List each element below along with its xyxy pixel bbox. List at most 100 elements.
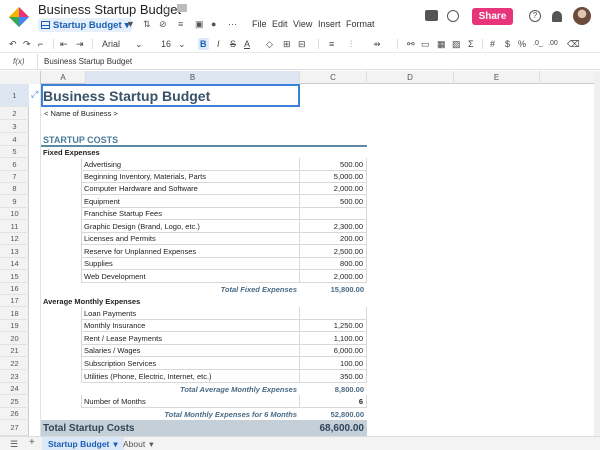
percent-button[interactable]: % xyxy=(518,38,526,50)
expense-value-cell[interactable]: 200.00 xyxy=(300,233,367,245)
business-name-cell[interactable]: < Name of Business > xyxy=(44,107,244,120)
increase-decimals-button[interactable]: .00 xyxy=(548,38,558,50)
help-icon[interactable]: ? xyxy=(529,10,541,22)
lock-icon[interactable]: ▣ xyxy=(195,19,204,30)
row-header[interactable]: 20 xyxy=(0,332,29,345)
menu-view[interactable]: View xyxy=(293,19,312,29)
filter-icon[interactable]: ▼ xyxy=(126,19,135,29)
row-header[interactable]: 11 xyxy=(0,220,29,233)
indent-increase-icon[interactable]: ⇥ xyxy=(76,38,84,50)
row-header[interactable]: 5 xyxy=(0,146,29,158)
row-header[interactable]: 15 xyxy=(0,270,29,283)
chevron-down-icon[interactable]: ⌄ xyxy=(135,38,143,50)
expense-value-cell[interactable]: 800.00 xyxy=(300,258,367,270)
clear-format-icon[interactable]: ⌫ xyxy=(567,38,580,50)
chevron-down-icon[interactable]: ⌄ xyxy=(178,38,186,50)
row-header[interactable]: 4 xyxy=(0,133,29,146)
vertical-scrollbar[interactable] xyxy=(594,71,600,436)
insert-image-icon[interactable]: ▨ xyxy=(452,38,461,50)
expense-label-cell[interactable]: Beginning Inventory, Materials, Parts xyxy=(81,171,300,183)
wrap-text-icon[interactable]: ⇸ xyxy=(373,38,381,50)
comment-icon[interactable] xyxy=(425,10,438,21)
expense-value-cell[interactable]: 1,250.00 xyxy=(300,320,367,332)
history-icon[interactable] xyxy=(447,10,459,22)
row-header[interactable]: 27 xyxy=(0,420,29,436)
bold-button[interactable]: B xyxy=(198,38,209,50)
months-value-cell[interactable]: 6 xyxy=(300,395,367,408)
insert-chart-icon[interactable]: ▦ xyxy=(437,38,446,50)
row-header[interactable]: 10 xyxy=(0,208,29,220)
bell-icon[interactable] xyxy=(552,11,562,22)
formula-input[interactable]: Business Startup Budget xyxy=(44,57,132,66)
row-header[interactable]: 24 xyxy=(0,383,29,395)
row-header[interactable]: 8 xyxy=(0,183,29,195)
expense-value-cell[interactable]: 100.00 xyxy=(300,357,367,370)
insert-comment-icon[interactable]: ▭ xyxy=(421,38,430,50)
star-icon[interactable]: ☆ xyxy=(161,2,172,16)
text-color-button[interactable]: A xyxy=(244,38,250,50)
row-header[interactable]: 23 xyxy=(0,370,29,383)
expense-label-cell[interactable]: Monthly Insurance xyxy=(81,320,300,332)
sheet-grid[interactable]: A B C D E 1 2 3 4 5 6 7 8 9 10 11 12 13 14 15 16 17 18 19 2… xyxy=(0,71,600,436)
sort-icon[interactable]: ⇅ xyxy=(143,19,151,30)
sheet-selector[interactable]: Startup Budget ▾ xyxy=(38,18,133,32)
undo-icon[interactable]: ↶ xyxy=(9,38,17,50)
function-icon[interactable]: Σ xyxy=(468,38,474,50)
expense-label-cell[interactable]: Equipment xyxy=(81,195,300,208)
row-header[interactable]: 17 xyxy=(0,295,29,307)
add-sheet-icon[interactable]: + xyxy=(29,437,35,448)
expense-label-cell[interactable]: Advertising xyxy=(81,158,300,171)
total-monthly-value[interactable]: 8,800.00 xyxy=(300,383,367,395)
expense-label-cell[interactable]: Licenses and Permits xyxy=(81,233,300,245)
row-header[interactable]: 21 xyxy=(0,345,29,357)
expense-value-cell[interactable]: 2,000.00 xyxy=(300,270,367,283)
row-header[interactable]: 14 xyxy=(0,258,29,270)
expense-value-cell[interactable]: 350.00 xyxy=(300,370,367,383)
expense-label-cell[interactable]: Subscription Services xyxy=(81,357,300,370)
hide-icon[interactable]: ⊘ xyxy=(159,19,167,30)
expense-label-cell[interactable]: Salaries / Wages xyxy=(81,345,300,357)
italic-button[interactable]: I xyxy=(217,38,220,50)
row-header[interactable]: 9 xyxy=(0,195,29,208)
indent-decrease-icon[interactable]: ⇤ xyxy=(60,38,68,50)
font-size-select[interactable]: 16 xyxy=(161,38,171,50)
align-vertical-icon[interactable]: ⫶ xyxy=(350,38,352,50)
expense-value-cell[interactable]: 2,000.00 xyxy=(300,183,367,195)
number-format-icon[interactable]: # xyxy=(490,38,495,50)
row-header[interactable]: 22 xyxy=(0,357,29,370)
strikethrough-button[interactable]: S xyxy=(230,38,236,50)
expense-value-cell[interactable]: 500.00 xyxy=(300,158,367,171)
row-header[interactable]: 26 xyxy=(0,408,29,420)
total-monthly-period-value[interactable]: 52,800.00 xyxy=(300,408,367,420)
share-button[interactable]: Share xyxy=(472,8,513,25)
grand-total-value[interactable]: 68,600.00 xyxy=(300,420,367,436)
expense-label-cell[interactable]: Rent / Lease Payments xyxy=(81,332,300,345)
expense-value-cell[interactable]: 6,000.00 xyxy=(300,345,367,357)
column-header-e[interactable]: E xyxy=(454,71,540,84)
row-header[interactable]: 13 xyxy=(0,245,29,258)
redo-icon[interactable]: ↷ xyxy=(23,38,31,50)
link-icon[interactable]: ⚯ xyxy=(407,38,415,50)
menu-insert[interactable]: Insert xyxy=(318,19,341,29)
tab-startup-budget[interactable]: Startup Budget ▾ xyxy=(42,437,124,450)
expense-label-cell[interactable]: Reserve for Unplanned Expenses xyxy=(81,245,300,258)
expense-label-cell[interactable]: Computer Hardware and Software xyxy=(81,183,300,195)
share-user-icon[interactable]: ● xyxy=(211,19,216,29)
column-header-b[interactable]: B xyxy=(86,71,300,84)
fill-color-icon[interactable]: ◇ xyxy=(266,38,273,50)
column-header-c[interactable]: C xyxy=(300,71,367,84)
folder-icon[interactable] xyxy=(177,4,187,12)
total-fixed-value[interactable]: 15,800.00 xyxy=(300,283,367,295)
row-height-icon[interactable]: ≡ xyxy=(178,19,183,29)
expense-label-cell[interactable]: Web Development xyxy=(81,270,300,283)
merge-cells-icon[interactable]: ⊟ xyxy=(298,38,306,50)
row-header[interactable]: 18 xyxy=(0,307,29,320)
tab-about[interactable]: About ▾ xyxy=(117,437,160,450)
more-icon[interactable]: ⋯ xyxy=(228,19,237,30)
align-horizontal-icon[interactable]: ≡ xyxy=(329,38,334,50)
expense-value-cell[interactable] xyxy=(300,307,367,320)
row-header[interactable]: 6 xyxy=(0,158,29,171)
expense-label-cell[interactable]: Supplies xyxy=(81,258,300,270)
paint-format-icon[interactable]: ⌐ xyxy=(38,38,43,50)
avatar[interactable] xyxy=(573,7,591,25)
